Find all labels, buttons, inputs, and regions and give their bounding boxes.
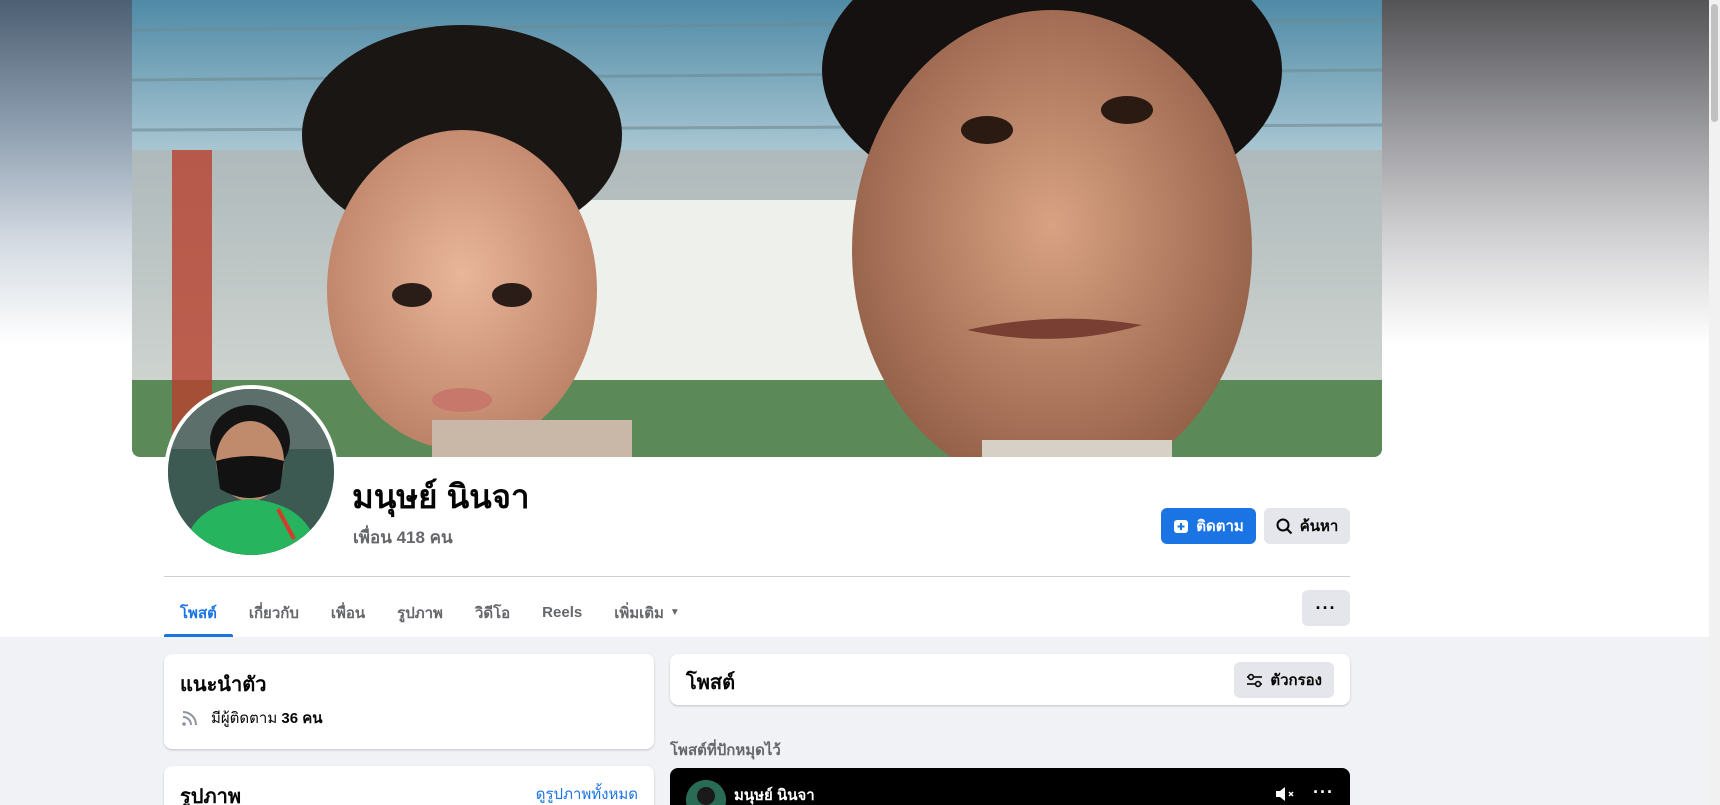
see-all-photos-link[interactable]: ดูรูปภาพทั้งหมด	[536, 782, 638, 805]
photos-card: รูปภาพ ดูรูปภาพทั้งหมด	[164, 766, 654, 805]
caret-down-icon: ▼	[669, 607, 680, 618]
post-menu-button[interactable]: ···	[1313, 782, 1334, 803]
follow-button[interactable]: ติดตาม	[1161, 508, 1256, 544]
speaker-muted-icon	[1276, 787, 1294, 801]
followers-row[interactable]: มีผู้ติดตาม 36 คน	[180, 706, 323, 730]
tab-label: วิดีโอ	[474, 604, 511, 622]
friend-count[interactable]: เพื่อน 418 คน	[353, 524, 453, 551]
posts-title: โพสต์	[686, 672, 736, 694]
follow-label: ติดตาม	[1196, 518, 1244, 535]
post-author-name[interactable]: มนุษย์ นินจา	[734, 783, 815, 805]
tab-label: เพิ่มเติม	[614, 604, 664, 622]
tab-more[interactable]: เพิ่มเติม ▼	[598, 588, 696, 637]
photos-title: รูปภาพ	[180, 786, 242, 805]
rss-icon	[182, 711, 197, 726]
followers-text: มีผู้ติดตาม 36 คน	[211, 706, 323, 730]
tab-label: รูปภาพ	[397, 604, 443, 622]
add-friend-icon	[1174, 520, 1189, 533]
tab-label: โพสต์	[180, 604, 217, 622]
header-divider	[164, 576, 1350, 577]
intro-card: แนะนำตัว มีผู้ติดตาม 36 คน	[164, 654, 654, 749]
posts-header-card: โพสต์ ตัวกรอง	[670, 654, 1350, 705]
profile-tabs: โพสต์ เกี่ยวกับ เพื่อน รูปภาพ วิดีโอ Ree…	[164, 588, 696, 637]
search-icon	[1276, 518, 1292, 534]
mute-button[interactable]	[1274, 784, 1298, 805]
tab-label: เพื่อน	[330, 604, 366, 622]
avatar-image	[168, 389, 334, 555]
tab-photos[interactable]: รูปภาพ	[381, 588, 459, 637]
filter-label: ตัวกรอง	[1270, 672, 1322, 689]
cover-photo[interactable]	[132, 0, 1382, 457]
followers-prefix: มีผู้ติดตาม	[211, 710, 282, 727]
tab-posts[interactable]: โพสต์	[164, 588, 233, 637]
search-button[interactable]: ค้นหา	[1264, 508, 1350, 544]
post-author-avatar-image	[686, 780, 726, 805]
more-label: ···	[1315, 597, 1337, 618]
tab-reels[interactable]: Reels	[526, 588, 598, 637]
cover-photo-image	[132, 0, 1382, 457]
profile-more-button[interactable]: ···	[1302, 590, 1350, 626]
sliders-icon	[1247, 673, 1263, 687]
tab-label: เกี่ยวกับ	[248, 604, 299, 622]
tab-label: Reels	[542, 604, 583, 621]
tab-about[interactable]: เกี่ยวกับ	[233, 588, 315, 637]
tab-friends[interactable]: เพื่อน	[315, 588, 381, 637]
page-scrollbar[interactable]	[1709, 0, 1720, 805]
profile-name: มนุษย์ นินจา	[352, 478, 530, 515]
scrollbar-thumb[interactable]	[1711, 4, 1718, 122]
post-author-avatar[interactable]	[686, 780, 726, 805]
pinned-posts-label: โพสต์ที่ปักหมุดไว้	[670, 742, 781, 759]
profile-avatar[interactable]	[164, 385, 338, 559]
intro-title: แนะนำตัว	[180, 674, 267, 696]
tab-videos[interactable]: วิดีโอ	[459, 588, 526, 637]
filter-button[interactable]: ตัวกรอง	[1234, 662, 1334, 698]
cover-color-gradient-right	[1349, 0, 1709, 345]
followers-count: 36 คน	[281, 710, 323, 727]
search-label: ค้นหา	[1299, 518, 1339, 535]
pinned-video-post[interactable]: มนุษย์ นินจา ···	[670, 768, 1350, 805]
